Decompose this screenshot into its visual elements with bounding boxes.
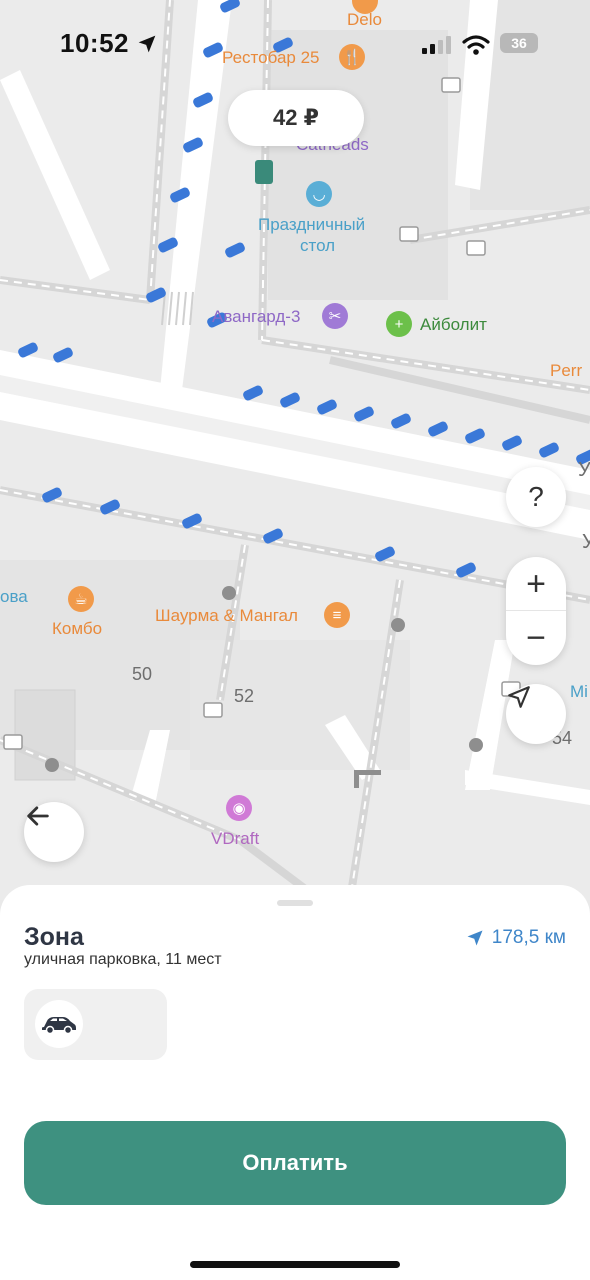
zone-subtitle: уличная парковка, 11 мест: [24, 951, 222, 968]
house-number-50: 50: [132, 664, 153, 684]
distance-value: 178,5 км: [491, 927, 566, 948]
poi-vdraft[interactable]: VDraft: [211, 829, 259, 849]
bar-icon: ◉: [226, 795, 252, 821]
street-label-1: У: [578, 459, 590, 481]
zone-title: Зона: [24, 923, 84, 951]
scissors-icon: ✂: [322, 303, 348, 329]
back-arrow-icon: [27, 806, 49, 826]
poi-ova[interactable]: ова: [0, 587, 28, 607]
poi-kombo[interactable]: Комбо: [52, 619, 102, 639]
question-icon: ?: [528, 481, 544, 512]
signal-icon: [422, 36, 451, 54]
poi-avangard[interactable]: Авангард-3: [212, 307, 300, 327]
pay-button[interactable]: Оплатить: [24, 1121, 566, 1205]
coffee-icon: ☕: [68, 586, 94, 612]
zoom-controls: + −: [506, 557, 566, 665]
location-arrow-icon: [138, 35, 156, 53]
battery-icon: 36: [500, 33, 538, 53]
poi-shaurma[interactable]: Шаурма & Мангал: [155, 606, 298, 626]
status-time: 10:52: [60, 28, 157, 59]
back-button[interactable]: [24, 802, 84, 862]
my-location-button[interactable]: [506, 684, 566, 744]
wifi-icon: [462, 35, 490, 55]
street-label-2: У: [582, 531, 590, 553]
zoom-out-button[interactable]: −: [506, 611, 566, 665]
price-bubble[interactable]: 42 ₽: [228, 90, 364, 146]
location-arrow-icon: [467, 930, 483, 946]
vehicle-avatar: [35, 1000, 83, 1048]
house-number-52: 52: [234, 686, 255, 706]
vehicle-selector[interactable]: [24, 989, 167, 1060]
map-view[interactable]: 🍴 ◡ ✂ + ☕ ≡ ◉ Delo Рестобар 25 Catheads …: [0, 0, 590, 900]
poi-mi[interactable]: Mi: [570, 682, 588, 702]
poi-perr[interactable]: Perr: [550, 361, 582, 381]
poi-stol: стол: [300, 236, 336, 255]
burger-icon: ≡: [324, 602, 350, 628]
poi-prazdnichny[interactable]: Праздничный: [258, 215, 365, 235]
zoom-in-button[interactable]: +: [506, 557, 566, 611]
poi-aibolit[interactable]: Айболит: [420, 315, 487, 335]
help-button[interactable]: ?: [506, 467, 566, 527]
navigate-icon: [508, 686, 530, 708]
home-indicator: [190, 1261, 400, 1268]
zone-bottom-sheet: Зона уличная парковка, 11 мест 178,5 км …: [0, 885, 590, 1280]
shop-basket-icon: ◡: [306, 181, 332, 207]
sheet-handle[interactable]: [277, 900, 313, 906]
pharmacy-cross-icon: +: [386, 311, 412, 337]
car-icon: [42, 1017, 76, 1035]
distance-label: 178,5 км: [466, 927, 566, 949]
status-bar: 10:52 36: [0, 0, 590, 90]
